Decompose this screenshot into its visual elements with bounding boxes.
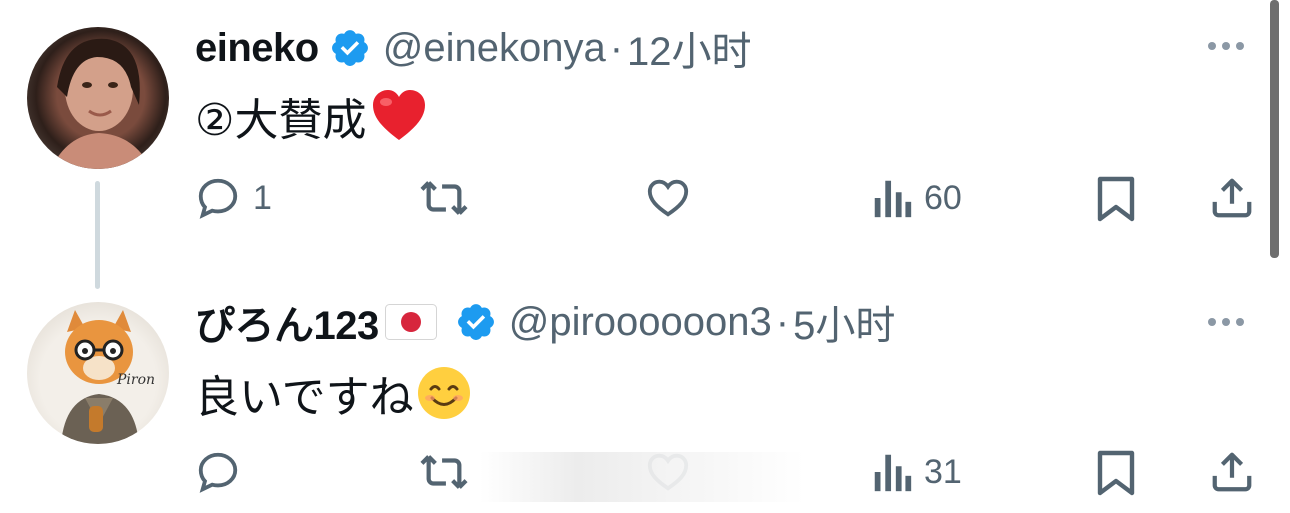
views-button[interactable]: 60 <box>872 175 962 221</box>
user-handle[interactable]: @einekonya <box>383 26 606 71</box>
heart-emoji <box>370 88 428 144</box>
tweet-header: eineko @einekonya · 12小时 <box>195 19 752 77</box>
avatar-image <box>51 38 151 169</box>
views-count: 60 <box>924 178 962 217</box>
reply-button[interactable] <box>195 449 241 495</box>
more-options-icon[interactable] <box>1208 318 1244 326</box>
scrollbar[interactable] <box>1270 0 1279 258</box>
share-icon <box>1212 452 1252 492</box>
bookmark-icon <box>1097 450 1135 496</box>
share-button[interactable] <box>1209 449 1255 495</box>
display-name[interactable]: eineko <box>195 26 319 71</box>
reply-button[interactable]: 1 <box>195 175 272 221</box>
avatar-image: Piron <box>61 310 155 444</box>
tweet-header: ぴろん123 @piroooooon3 · 5小时 <box>195 293 895 351</box>
views-count: 31 <box>924 452 962 491</box>
reply-count: 1 <box>253 178 272 217</box>
bookmark-button[interactable] <box>1096 175 1136 223</box>
retweet-button[interactable] <box>418 449 470 495</box>
reply-icon <box>198 452 238 493</box>
timestamp[interactable]: 12小时 <box>627 19 752 77</box>
separator-dot: · <box>609 25 624 70</box>
avatar[interactable] <box>27 27 169 169</box>
share-icon <box>1212 178 1252 218</box>
tweet-actions: 1 60 <box>0 172 1270 228</box>
tweet-text: 良いですね <box>195 364 472 422</box>
reply-icon <box>198 178 238 219</box>
tweet-1[interactable]: eineko @einekonya · 12小时 ②大賛成 1 60 <box>0 0 1270 260</box>
timestamp[interactable]: 5小时 <box>793 293 895 351</box>
retweet-button[interactable] <box>418 175 470 221</box>
verified-badge-icon <box>329 27 371 69</box>
separator-dot: · <box>775 299 790 344</box>
smile-emoji <box>416 365 472 421</box>
share-button[interactable] <box>1209 175 1255 221</box>
tweet-text-content: 良いですね <box>195 373 414 422</box>
views-button[interactable]: 31 <box>872 449 962 495</box>
tweet-text-content: ②大賛成 <box>195 96 367 145</box>
user-handle[interactable]: @piroooooon3 <box>509 300 772 345</box>
display-name[interactable]: ぴろん123 <box>195 293 379 351</box>
views-icon <box>874 454 912 492</box>
retweet-icon <box>420 181 468 215</box>
bookmark-icon <box>1097 176 1135 222</box>
like-button[interactable] <box>644 175 692 221</box>
avatar-text: Piron <box>116 372 155 388</box>
avatar[interactable]: Piron <box>27 302 169 444</box>
blurred-watermark-overlay <box>480 452 805 502</box>
retweet-icon <box>420 455 468 489</box>
tweet-text: ②大賛成 <box>195 88 428 145</box>
verified-badge-icon <box>455 301 497 343</box>
more-options-icon[interactable] <box>1208 42 1244 50</box>
japan-flag-icon <box>384 304 437 340</box>
views-icon <box>874 180 912 218</box>
like-icon <box>647 179 689 217</box>
bookmark-button[interactable] <box>1096 449 1136 497</box>
